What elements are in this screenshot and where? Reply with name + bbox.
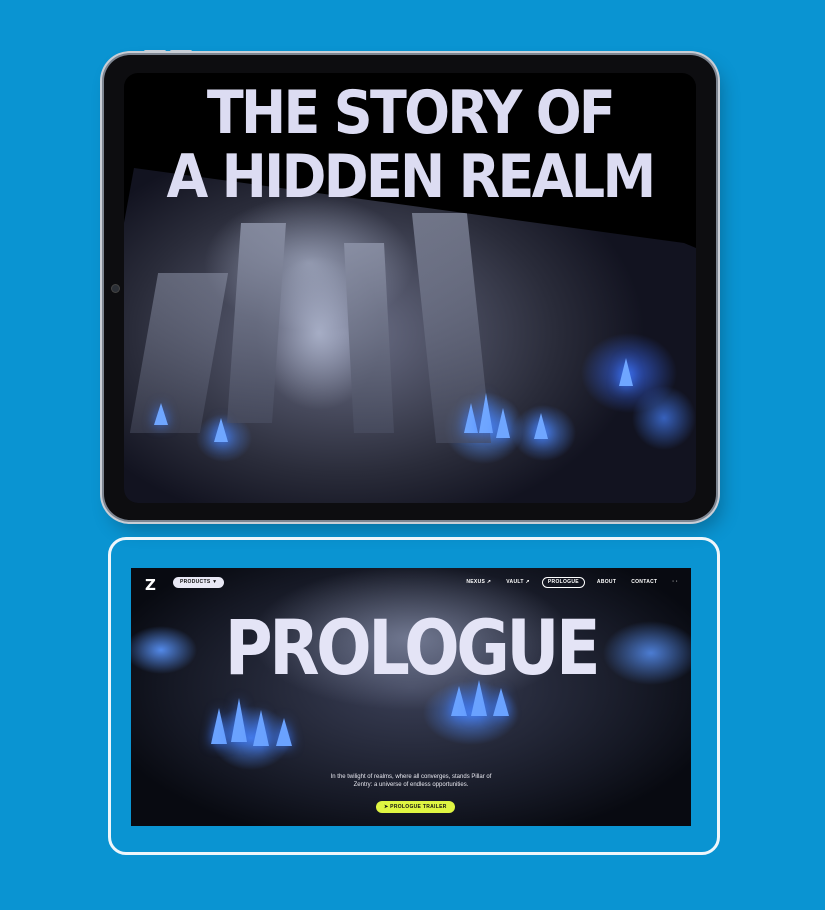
nav-item-contact[interactable]: CONTACT	[628, 577, 660, 588]
camera-icon	[112, 285, 119, 292]
crystal-icon	[496, 408, 510, 438]
products-dropdown-button[interactable]: PRODUCTS ▼	[173, 577, 225, 588]
page-title: PROLOGUE	[224, 603, 601, 692]
hero-tagline: In the twilight of realms, where all con…	[330, 774, 492, 788]
headline-line-1: THE STORY OF	[206, 78, 616, 148]
tablet-device: THE STORY OF A HIDDEN REALM	[104, 50, 716, 520]
stone-pillar	[344, 243, 394, 433]
crystal-icon	[214, 418, 228, 442]
nav-item-about[interactable]: ABOUT	[594, 577, 619, 588]
crystal-icon	[479, 393, 493, 433]
top-nav: NEXUS ↗ VAULT ↗ PROLOGUE ABOUT CONTACT ·…	[463, 577, 681, 588]
desktop-screen: Z PRODUCTS ▼ NEXUS ↗ VAULT ↗ PROLOGUE AB…	[131, 568, 691, 826]
prologue-trailer-button[interactable]: ➤ PROLOGUE TRAILER	[376, 801, 455, 813]
tablet-volume-button	[170, 50, 192, 53]
headline-line-2: A HIDDEN REALM	[166, 142, 656, 212]
nav-item-vault[interactable]: VAULT ↗	[503, 577, 533, 588]
tablet-volume-button	[144, 50, 166, 53]
hero-headline: THE STORY OF A HIDDEN REALM	[153, 81, 668, 209]
stone-pillar	[227, 223, 286, 423]
crystal-icon	[231, 698, 247, 742]
nav-item-nexus[interactable]: NEXUS ↗	[463, 577, 494, 588]
crystal-icon	[619, 358, 633, 386]
zentry-logo[interactable]: Z	[145, 576, 156, 594]
crystal-icon	[534, 413, 548, 439]
nav-item-prologue[interactable]: PROLOGUE	[541, 577, 585, 588]
crystal-icon	[276, 718, 292, 746]
crystal-icon	[493, 688, 509, 716]
crystal-icon	[211, 708, 227, 744]
stone-pillar	[129, 273, 229, 433]
crystal-icon	[253, 710, 269, 746]
crystal-icon	[154, 403, 168, 425]
tablet-screen: THE STORY OF A HIDDEN REALM	[124, 73, 696, 503]
audio-toggle-icon[interactable]: · ·	[669, 577, 681, 588]
crystal-icon	[464, 403, 478, 433]
